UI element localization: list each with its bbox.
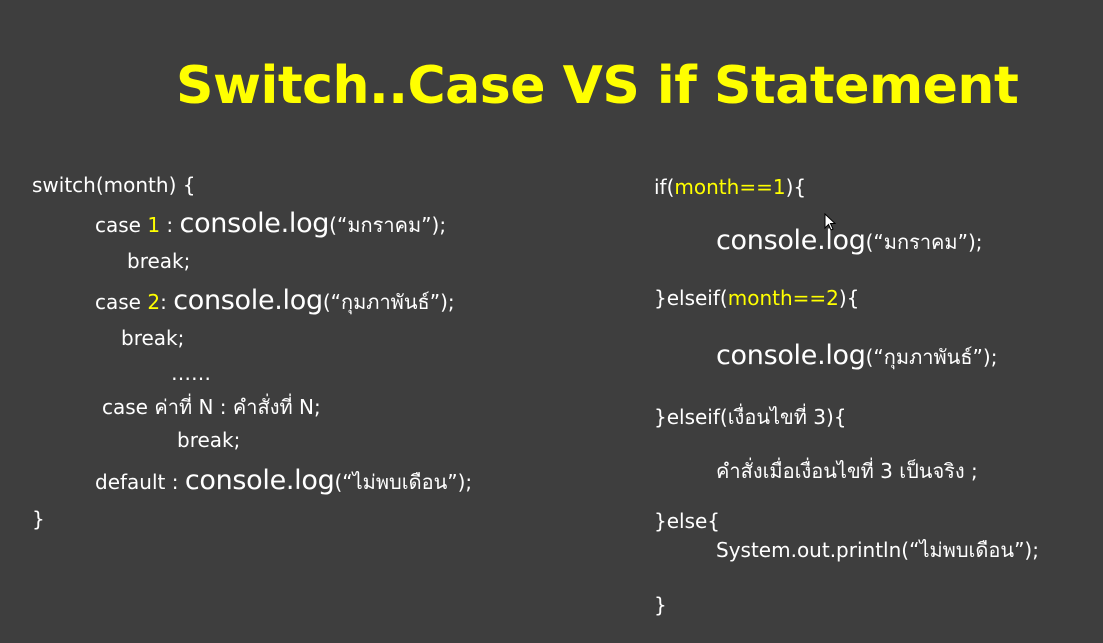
ellipsis-line: …… bbox=[171, 361, 211, 385]
if-line: if(month==1){ bbox=[654, 172, 806, 202]
if-brace: ){ bbox=[785, 175, 807, 199]
elseif-brace: ){ bbox=[838, 286, 860, 310]
console-log-call: console.log bbox=[179, 208, 330, 239]
if-keyword: if( bbox=[654, 175, 675, 199]
break-1-line: break; bbox=[127, 249, 191, 273]
case-2-value: 2 bbox=[147, 290, 161, 314]
console-log-argument: (“กุมภาพันธ์”); bbox=[322, 290, 455, 314]
break-2-line: break; bbox=[121, 326, 185, 350]
case-2-line: case 2: console.log(“กุมภาพันธ์”); bbox=[95, 286, 455, 317]
case-1-line: case 1 : console.log(“มกราคม”); bbox=[95, 209, 446, 240]
default-line: default : console.log(“ไม่พบเดือน”); bbox=[95, 466, 472, 497]
case-keyword: case bbox=[95, 213, 148, 237]
slide-title: Switch..Case VS if Statement bbox=[176, 56, 1019, 116]
console-log-call: console.log bbox=[173, 285, 323, 316]
if-body-line: console.log(“มกราคม”); bbox=[716, 226, 983, 257]
elseif-1-condition: month==2 bbox=[727, 286, 839, 310]
elseif-keyword: }elseif( bbox=[654, 286, 728, 310]
if-condition: month==1 bbox=[674, 175, 786, 199]
elseif-2-body-line: คำสั่งเมื่อเงื่อนไขที่ 3 เป็นจริง ; bbox=[716, 459, 978, 483]
case-separator: : bbox=[160, 213, 180, 237]
case-separator: : bbox=[160, 290, 174, 314]
else-body-line: System.out.println(“ไม่พบเดือน”); bbox=[716, 538, 1039, 562]
case-1-value: 1 bbox=[147, 213, 161, 237]
elseif-1-body-line: console.log(“กุมภาพันธ์”); bbox=[716, 341, 997, 372]
console-log-call: console.log bbox=[716, 340, 866, 371]
else-line: }else{ bbox=[654, 509, 721, 533]
console-log-argument: (“มกราคม”); bbox=[329, 213, 447, 237]
elseif-2-line: }elseif(เงื่อนไขที่ 3){ bbox=[654, 405, 847, 429]
console-log-argument: (“ไม่พบเดือน”); bbox=[334, 470, 473, 494]
console-log-argument: (“กุมภาพันธ์”); bbox=[865, 345, 998, 369]
switch-open-line: switch(month) { bbox=[32, 173, 196, 197]
switch-close-line: } bbox=[32, 507, 45, 531]
console-log-argument: (“มกราคม”); bbox=[865, 230, 983, 254]
case-keyword: case bbox=[95, 290, 148, 314]
mouse-pointer-icon bbox=[824, 213, 836, 231]
default-keyword: default : bbox=[95, 470, 185, 494]
console-log-call: console.log bbox=[716, 225, 866, 256]
case-n-line: case ค่าที่ N : คำสั่งที่ N; bbox=[102, 395, 321, 419]
break-n-line: break; bbox=[177, 428, 241, 452]
if-close-line: } bbox=[654, 593, 667, 617]
console-log-call: console.log bbox=[184, 465, 335, 496]
elseif-1-line: }elseif(month==2){ bbox=[654, 283, 859, 313]
